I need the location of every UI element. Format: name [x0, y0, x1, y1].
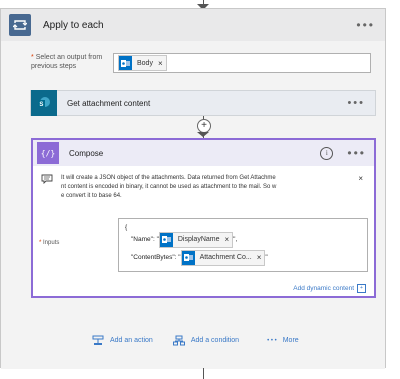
add-action-label: Add an action: [110, 337, 153, 344]
json-name-key: "Name": ": [131, 236, 159, 243]
svg-text:S: S: [39, 102, 43, 108]
compose-comment: It will create a JSON object of the atta…: [41, 174, 367, 201]
compose-header[interactable]: {/} Compose i •••: [33, 140, 374, 166]
add-dynamic-content-icon: +: [357, 284, 366, 293]
more-button[interactable]: • • • More: [267, 337, 299, 344]
comment-close-icon[interactable]: ×: [358, 174, 363, 183]
outlook-icon: [159, 232, 173, 247]
loop-icon: [9, 14, 31, 36]
comment-line-2: nt content is encoded in binary, it cann…: [61, 184, 277, 190]
add-action-icon: [92, 335, 104, 345]
comment-text[interactable]: It will create a JSON object of the atta…: [61, 174, 276, 201]
outlook-icon: [119, 56, 132, 70]
comment-line-3: e convert it to base 64.: [61, 193, 122, 199]
json-name-line: "Name": " DisplayName × ",: [125, 231, 361, 248]
inputs-label: * Inputs: [39, 240, 59, 246]
json-bytes-line: "ContentBytes": " Attachment Co... × ": [125, 249, 361, 266]
apply-to-each-title: Apply to each: [43, 19, 104, 31]
attachment-content-token[interactable]: Attachment Co... ×: [180, 249, 266, 266]
inputs-label-text: Inputs: [43, 240, 60, 246]
info-icon[interactable]: i: [320, 146, 334, 160]
bottom-connector: [203, 368, 204, 379]
add-condition-button[interactable]: Add a condition: [172, 335, 240, 346]
inputs-field[interactable]: { "Name": " DisplayName × ", "ContentByt…: [118, 218, 368, 272]
insert-step-plus-icon[interactable]: +: [197, 119, 211, 133]
add-condition-icon: [172, 335, 185, 346]
more-dots-icon: • • •: [267, 337, 277, 344]
add-dynamic-content-label: Add dynamic content: [293, 285, 354, 292]
required-mark: *: [31, 54, 34, 61]
add-condition-label: Add a condition: [190, 337, 240, 344]
sharepoint-icon: S: [31, 90, 57, 116]
select-output-input[interactable]: Body ×: [113, 53, 371, 73]
displayname-token-remove-icon[interactable]: ×: [225, 235, 230, 244]
displayname-token-label: DisplayName: [177, 236, 220, 243]
compose-icon: {/}: [37, 142, 59, 164]
json-name-tail: ",: [233, 236, 238, 243]
get-attachment-title: Get attachment content: [67, 98, 151, 108]
outlook-icon: [181, 250, 195, 265]
add-dynamic-content-link[interactable]: Add dynamic content +: [293, 284, 366, 293]
add-action-button[interactable]: Add an action: [92, 335, 153, 346]
body-token-label: Body: [137, 59, 153, 67]
displayname-token[interactable]: DisplayName ×: [158, 231, 234, 248]
attachment-content-token-remove-icon[interactable]: ×: [257, 253, 262, 262]
compose-card: {/} Compose i ••• It will create a JSON …: [31, 138, 376, 298]
select-output-row: * Select an output from previous steps B…: [31, 53, 375, 73]
body-token[interactable]: Body ×: [118, 55, 167, 71]
json-bytes-key: "ContentBytes": ": [131, 254, 181, 261]
required-mark: *: [39, 240, 42, 246]
step-arrow-icon: [197, 132, 209, 137]
more-label: More: [282, 337, 299, 344]
comment-line-1: It will create a JSON object of the atta…: [61, 175, 276, 181]
compose-title: Compose: [69, 148, 104, 158]
compose-menu-icon[interactable]: •••: [347, 146, 366, 160]
footer-actions: Add an action Add a condition • • • More: [92, 335, 319, 346]
get-attachment-menu-icon[interactable]: •••: [347, 97, 365, 109]
comment-icon: [41, 174, 53, 184]
select-output-label: * Select an output from previous steps: [31, 53, 113, 71]
get-attachment-card[interactable]: S Get attachment content •••: [30, 90, 376, 116]
apply-to-each-header[interactable]: Apply to each •••: [1, 9, 385, 41]
attachment-content-token-label: Attachment Co...: [199, 254, 252, 261]
json-bytes-tail: ": [265, 254, 268, 261]
select-output-label-text: Select an output from previous steps: [31, 54, 103, 70]
apply-to-each-menu-icon[interactable]: •••: [356, 18, 375, 32]
body-token-remove-icon[interactable]: ×: [158, 59, 163, 68]
